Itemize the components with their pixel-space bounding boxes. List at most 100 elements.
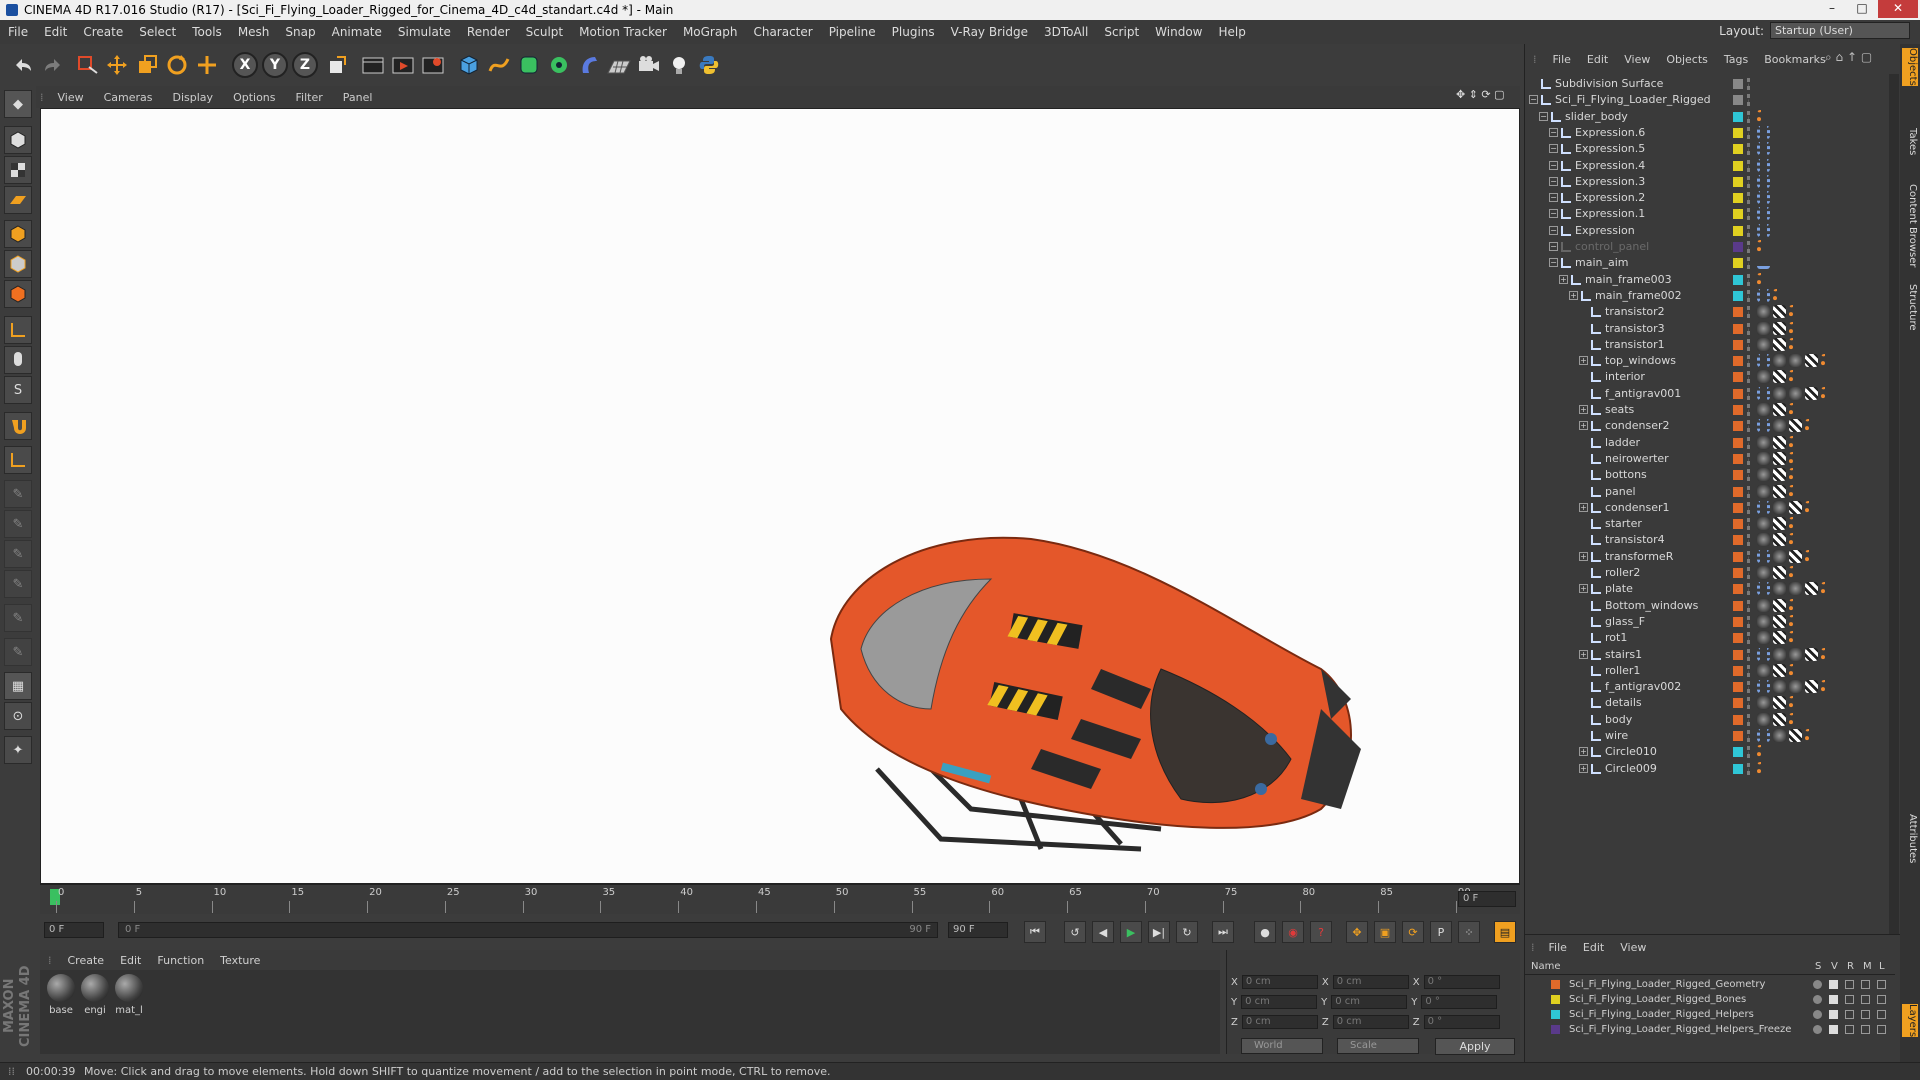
layer-menu-view[interactable]: View [1612, 941, 1654, 954]
object-row-roller1[interactable]: roller1 [1525, 663, 1891, 679]
object-menu-file[interactable]: File [1545, 53, 1579, 66]
size-z-field[interactable]: 0 cm [1332, 1015, 1409, 1029]
array-icon[interactable] [544, 50, 574, 80]
tree-expand-icon[interactable]: − [1549, 225, 1558, 235]
object-tag-icon[interactable] [1757, 109, 1770, 123]
layer-color-swatch[interactable] [1733, 258, 1743, 269]
layer-manager-toggle-icon[interactable] [1861, 995, 1870, 1004]
object-tag-icon[interactable] [1789, 500, 1802, 514]
object-row-transistor3[interactable]: transistor3 [1525, 321, 1891, 337]
keyframe-selection-icon[interactable]: ? [1310, 921, 1332, 943]
sculpt-brush-2-icon[interactable]: ✎ [4, 510, 32, 538]
tree-expand-icon[interactable]: + [1579, 405, 1588, 414]
layer-color-swatch[interactable] [1733, 731, 1743, 741]
object-tag-icon[interactable] [1821, 354, 1834, 368]
object-row-interior[interactable]: interior [1525, 369, 1891, 385]
tree-expand-icon[interactable]: + [1569, 290, 1578, 300]
x-axis-toggle[interactable]: X [232, 52, 258, 78]
object-tag-icon[interactable] [1805, 582, 1818, 596]
layer-color-swatch[interactable] [1733, 682, 1743, 693]
side-tab-attributes[interactable]: Attributes [1902, 814, 1918, 863]
visibility-dots-icon[interactable] [1747, 126, 1751, 139]
object-row-f-antigrav001[interactable]: f_antigrav001 [1525, 386, 1891, 402]
object-tag-icon[interactable] [1757, 256, 1770, 270]
tree-expand-icon[interactable]: − [1549, 193, 1558, 203]
menu-edit[interactable]: Edit [36, 25, 75, 39]
layer-locked-toggle-icon[interactable] [1877, 980, 1886, 989]
end-frame-field[interactable]: 90 F [948, 922, 1008, 938]
visibility-dots-icon[interactable] [1747, 94, 1751, 107]
layer-render-toggle-icon[interactable] [1845, 1010, 1854, 1019]
layer-view-toggle-icon[interactable] [1829, 1010, 1838, 1019]
tree-expand-icon[interactable]: − [1549, 209, 1558, 219]
scale-mode-dropdown[interactable]: Scale [1337, 1038, 1419, 1054]
points-mode-icon[interactable] [4, 220, 32, 248]
layer-solo-toggle-icon[interactable] [1813, 1010, 1822, 1019]
menu-pipeline[interactable]: Pipeline [821, 25, 884, 39]
layer-color-swatch[interactable] [1733, 356, 1743, 367]
layer-row[interactable]: Sci_Fi_Flying_Loader_Rigged_Geometry [1525, 977, 1895, 992]
material-swatch[interactable]: engi [80, 974, 110, 1016]
object-row-expression-2[interactable]: − Expression.2 [1525, 190, 1891, 206]
rotation-h-field[interactable]: 0 ° [1423, 975, 1500, 989]
layer-color-swatch[interactable] [1733, 551, 1743, 562]
tree-expand-icon[interactable]: − [1549, 160, 1558, 170]
menu-mograph[interactable]: MoGraph [675, 25, 746, 39]
menu-mesh[interactable]: Mesh [230, 25, 278, 39]
visibility-dots-icon[interactable] [1747, 469, 1751, 482]
layer-solo-toggle-icon[interactable] [1813, 1025, 1822, 1034]
layer-color-swatch[interactable] [1733, 584, 1743, 595]
position-y-field[interactable]: 0 cm [1241, 995, 1318, 1009]
object-row-expression-6[interactable]: − Expression.6 [1525, 125, 1891, 141]
object-tag-icon[interactable] [1757, 680, 1770, 694]
object-tag-icon[interactable] [1789, 663, 1802, 677]
sculpt-brush-3-icon[interactable]: ✎ [4, 540, 32, 568]
object-tag-icon[interactable] [1757, 370, 1770, 384]
layer-color-swatch[interactable] [1551, 1010, 1560, 1019]
visibility-dots-icon[interactable] [1747, 485, 1751, 498]
layer-render-toggle-icon[interactable] [1845, 995, 1854, 1004]
previous-key-icon[interactable]: ↺ [1064, 921, 1086, 943]
object-tag-icon[interactable] [1789, 566, 1802, 579]
frame-range-slider[interactable]: 0 F 90 F [118, 922, 938, 938]
object-tag-icon[interactable] [1757, 696, 1770, 710]
undo-icon[interactable] [8, 50, 38, 80]
layer-color-swatch[interactable] [1551, 1025, 1560, 1034]
axis-mode-icon[interactable] [4, 316, 32, 344]
object-menu-bookmarks[interactable]: Bookmarks [1756, 53, 1833, 66]
visibility-dots-icon[interactable] [1747, 110, 1751, 123]
layer-color-swatch[interactable] [1733, 160, 1743, 171]
visibility-dots-icon[interactable] [1747, 436, 1751, 449]
object-tag-icon[interactable] [1789, 696, 1802, 710]
object-row-expression-3[interactable]: − Expression.3 [1525, 174, 1891, 190]
layer-color-swatch[interactable] [1733, 649, 1743, 660]
object-tag-icon[interactable] [1773, 419, 1786, 433]
object-row-control-panel[interactable]: − control_panel [1525, 239, 1891, 255]
object-tag-icon[interactable] [1789, 468, 1802, 482]
layer-color-swatch[interactable] [1733, 193, 1743, 204]
previous-frame-icon[interactable]: ◀ [1092, 921, 1114, 943]
render-picture-viewer-icon[interactable] [388, 50, 418, 80]
object-row-subdivision-surface[interactable]: Subdivision Surface [1525, 76, 1891, 92]
object-tag-icon[interactable] [1757, 598, 1770, 612]
snapping-icon[interactable]: S [4, 376, 32, 404]
object-row-glass-f[interactable]: glass_F [1525, 614, 1891, 630]
object-tag-icon[interactable] [1773, 451, 1786, 465]
layer-color-swatch[interactable] [1733, 698, 1743, 709]
3d-viewport[interactable] [40, 108, 1520, 884]
autokey-icon[interactable]: ◉ [1282, 921, 1304, 943]
tree-expand-icon[interactable]: − [1549, 127, 1558, 137]
object-tag-icon[interactable] [1757, 614, 1770, 628]
visibility-dots-icon[interactable] [1747, 583, 1751, 596]
tweak-mode-icon[interactable] [4, 346, 32, 374]
cube-icon[interactable] [454, 50, 484, 80]
side-tab-structure[interactable]: Structure [1902, 284, 1918, 331]
object-tag-icon[interactable] [1805, 647, 1818, 661]
tree-expand-icon[interactable]: + [1579, 551, 1588, 561]
maximize-icon[interactable]: □ [1848, 0, 1876, 18]
edges-mode-icon[interactable] [4, 250, 32, 278]
sculpt-brush-6-icon[interactable]: ✎ [4, 638, 32, 666]
object-tag-icon[interactable] [1773, 647, 1786, 661]
object-tag-icon[interactable] [1757, 761, 1770, 775]
object-tag-icon[interactable] [1773, 712, 1786, 726]
